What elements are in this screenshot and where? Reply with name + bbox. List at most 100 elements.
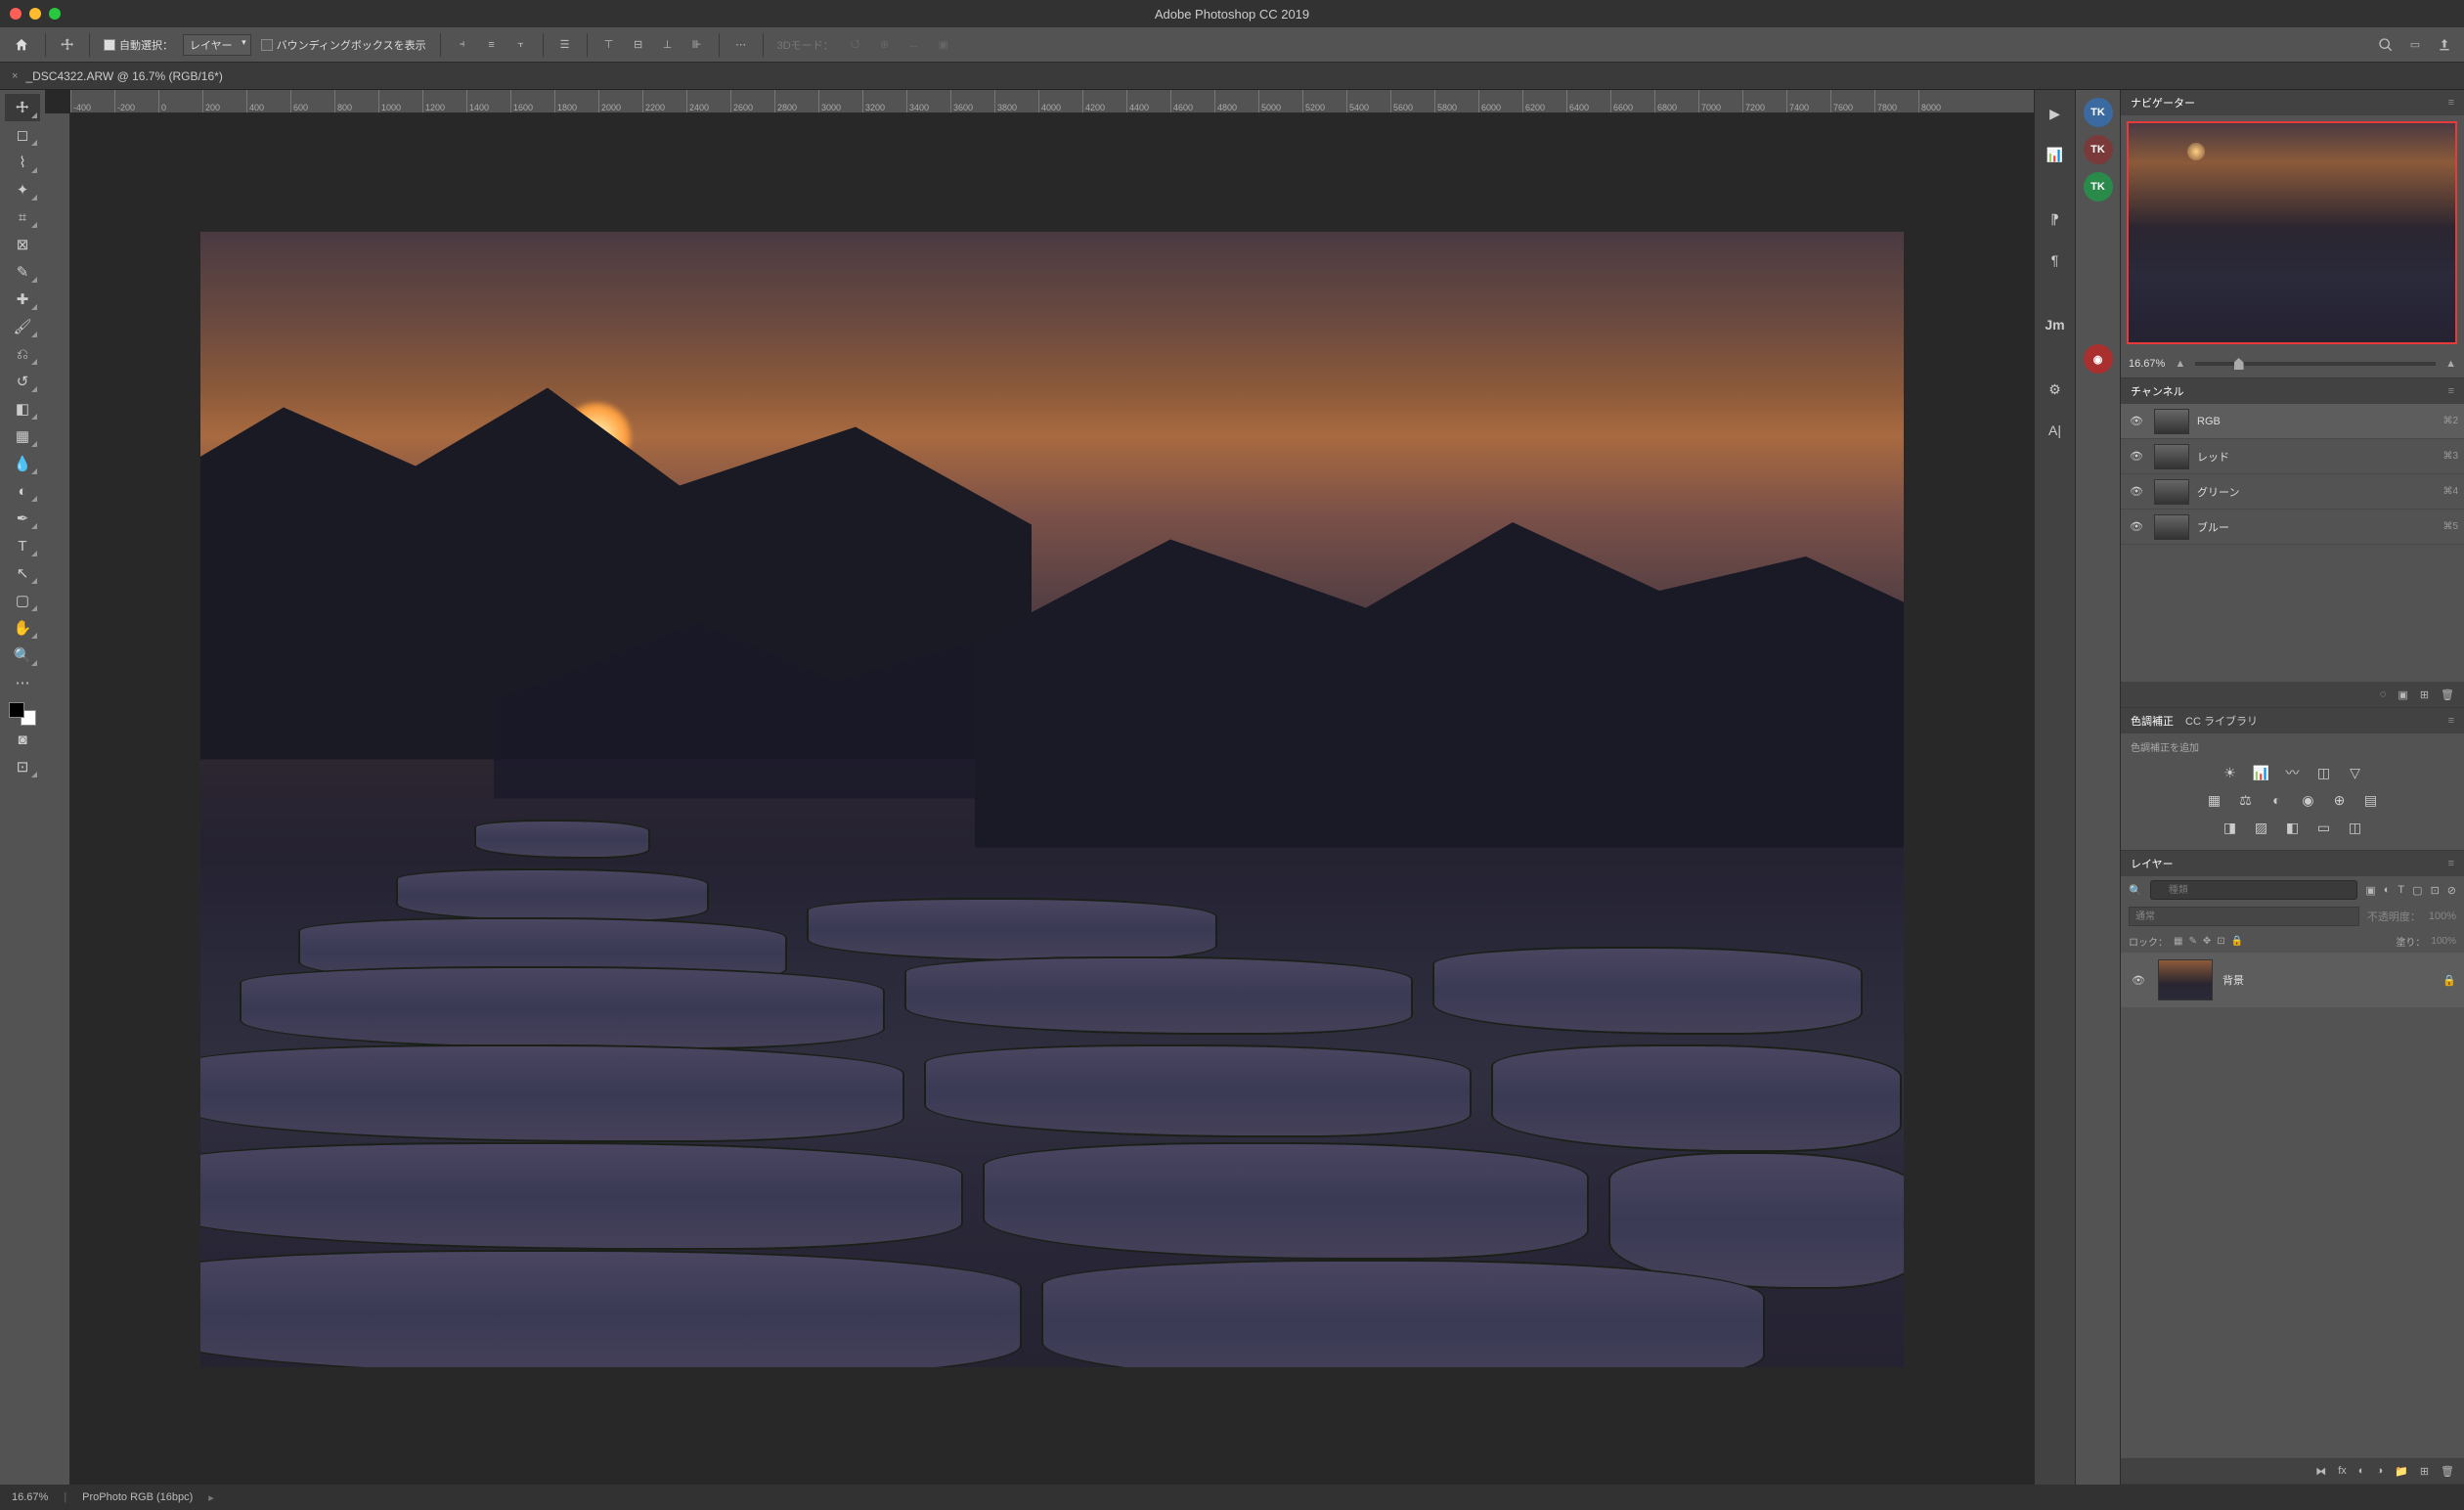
zoom-tool[interactable]: 🔍 (5, 642, 40, 669)
new-group-icon[interactable]: 📁 (2395, 1465, 2408, 1478)
jm-panel-icon[interactable]: Jm (2042, 311, 2069, 338)
settings-panel-icon[interactable]: ⚙ (2042, 376, 2069, 403)
stamp-tool[interactable]: ⎌ (5, 340, 40, 368)
channel-row[interactable]: 👁グリーン⌘4 (2121, 474, 2464, 510)
red-plugin-icon[interactable]: ◉ (2084, 344, 2113, 374)
edit-toolbar[interactable]: ⋯ (5, 669, 40, 696)
type-tool[interactable]: T (5, 532, 40, 559)
filter-shape-icon[interactable]: ▢ (2412, 884, 2422, 897)
panel-menu-icon[interactable]: ≡ (2448, 715, 2454, 727)
brush-tool[interactable]: 🖌 (5, 313, 40, 340)
panel-menu-icon[interactable]: ≡ (2448, 385, 2454, 397)
maximize-window[interactable] (49, 8, 61, 20)
hand-tool[interactable]: ✋ (5, 614, 40, 642)
zoom-slider[interactable] (2195, 362, 2436, 366)
panel-menu-icon[interactable]: ≡ (2448, 858, 2454, 869)
lock-position-icon[interactable]: ✥ (2203, 936, 2211, 947)
lut-adjust-icon[interactable]: ▤ (2360, 789, 2382, 811)
histogram-icon[interactable]: 📊 (2042, 141, 2069, 168)
crop-tool[interactable]: ⌗ (5, 203, 40, 231)
history-brush-tool[interactable]: ↺ (5, 368, 40, 395)
hue-adjust-icon[interactable]: ▦ (2204, 789, 2225, 811)
filter-pixel-icon[interactable]: ▣ (2365, 884, 2375, 897)
opacity-value[interactable]: 100% (2429, 910, 2456, 922)
auto-select-checkbox[interactable]: 自動選択： (100, 35, 177, 55)
channel-row[interactable]: 👁レッド⌘3 (2121, 439, 2464, 474)
filter-smart-icon[interactable]: ⊡ (2431, 884, 2440, 897)
alt-panel-icon[interactable]: A| (2042, 417, 2069, 444)
align-center-h-icon[interactable]: ≡ (480, 33, 504, 57)
navigator-thumbnail[interactable] (2127, 121, 2457, 344)
close-tab-icon[interactable]: × (12, 70, 18, 82)
save-selection-icon[interactable]: ▣ (2398, 688, 2407, 701)
search-icon[interactable] (2374, 33, 2398, 57)
paragraph-panel-icon[interactable]: ¶ (2042, 246, 2069, 274)
zoom-out-icon[interactable]: ▲ (2175, 358, 2185, 370)
tk2-plugin-icon[interactable]: TK (2084, 135, 2113, 164)
auto-select-target[interactable]: レイヤー (183, 34, 251, 56)
filter-search-icon[interactable]: 🔍 (2129, 884, 2142, 897)
eyedropper-tool[interactable]: ✎ (5, 258, 40, 286)
layers-tab[interactable]: レイヤー ≡ (2121, 851, 2464, 876)
filter-adjust-icon[interactable]: ◐ (2384, 884, 2391, 896)
align-bottom-icon[interactable]: ⊥ (656, 33, 680, 57)
quick-select-tool[interactable]: ✦ (5, 176, 40, 203)
visibility-icon[interactable]: 👁 (2127, 415, 2146, 427)
vertical-ruler[interactable] (45, 113, 70, 1485)
new-layer-icon[interactable]: ⊞ (2420, 1465, 2429, 1478)
heal-tool[interactable]: ✚ (5, 286, 40, 313)
delete-layer-icon[interactable]: 🗑 (2441, 1465, 2454, 1478)
gradient-map-icon[interactable]: ▭ (2313, 817, 2335, 838)
align-top-icon[interactable]: ⊤ (597, 33, 621, 57)
fill-value[interactable]: 100% (2431, 936, 2456, 947)
exposure-adjust-icon[interactable]: ◫ (2313, 762, 2335, 783)
channel-row[interactable]: 👁RGB⌘2 (2121, 404, 2464, 439)
balance-adjust-icon[interactable]: ⚖ (2235, 789, 2257, 811)
layer-fx-icon[interactable]: fx (2338, 1465, 2347, 1477)
filter-type-icon[interactable]: T (2398, 884, 2404, 896)
eraser-tool[interactable]: ◧ (5, 395, 40, 422)
channel-mixer-icon[interactable]: ⊕ (2329, 789, 2351, 811)
link-layers-icon[interactable]: ⧓ (2315, 1465, 2326, 1478)
share-icon[interactable] (2433, 33, 2456, 57)
visibility-toggle-icon[interactable]: 👁 (2129, 974, 2148, 987)
load-selection-icon[interactable]: ◌ (2380, 688, 2387, 700)
cc-libraries-tab[interactable]: CC ライブラリ (2185, 709, 2258, 733)
play-actions-icon[interactable]: ▶ (2042, 100, 2069, 127)
visibility-icon[interactable]: 👁 (2127, 485, 2146, 498)
invert-adjust-icon[interactable]: ◨ (2220, 817, 2241, 838)
workspace-icon[interactable]: ▭ (2403, 33, 2427, 57)
screen-mode-tool[interactable]: ⊡ (5, 753, 40, 780)
channels-tab[interactable]: チャンネル ≡ (2121, 378, 2464, 404)
status-zoom[interactable]: 16.67% (12, 1491, 48, 1503)
lasso-tool[interactable]: ⌇ (5, 149, 40, 176)
blend-mode-dropdown[interactable]: 通常 (2129, 907, 2359, 926)
lock-transparency-icon[interactable]: ▦ (2174, 936, 2182, 947)
show-bbox-checkbox[interactable]: バウンディングボックスを表示 (257, 35, 430, 55)
align-right-icon[interactable]: ⫟ (509, 33, 533, 57)
move-tool-icon[interactable] (56, 33, 79, 57)
align-left-icon[interactable]: ⫞ (451, 33, 474, 57)
path-select-tool[interactable]: ↖ (5, 559, 40, 587)
minimize-window[interactable] (29, 8, 41, 20)
character-panel-icon[interactable]: ⁋ (2042, 205, 2069, 233)
zoom-in-icon[interactable]: ▲ (2445, 358, 2456, 370)
zoom-percentage[interactable]: 16.67% (2129, 358, 2165, 370)
navigator-tab[interactable]: ナビゲーター ≡ (2121, 90, 2464, 115)
document-tab[interactable]: × _DSC4322.ARW @ 16.7% (RGB/16*) (0, 63, 235, 89)
brightness-adjust-icon[interactable]: ☀ (2220, 762, 2241, 783)
posterize-icon[interactable]: ▨ (2251, 817, 2272, 838)
horizontal-ruler[interactable]: -400-20002004006008001000120014001600180… (70, 90, 2034, 113)
dodge-tool[interactable]: ◐ (5, 477, 40, 505)
close-window[interactable] (10, 8, 22, 20)
frame-tool[interactable]: ⊠ (5, 231, 40, 258)
gradient-tool[interactable]: ▦ (5, 422, 40, 450)
threshold-icon[interactable]: ◧ (2282, 817, 2304, 838)
color-swatches[interactable] (9, 702, 36, 726)
layer-filter-input[interactable] (2150, 880, 2358, 900)
more-options-icon[interactable]: ⋯ (729, 33, 753, 57)
layer-thumbnail[interactable] (2158, 959, 2213, 1000)
canvas[interactable]: -400-20002004006008001000120014001600180… (45, 90, 2034, 1485)
blur-tool[interactable]: 💧 (5, 450, 40, 477)
quick-mask-tool[interactable]: ◙ (5, 726, 40, 753)
